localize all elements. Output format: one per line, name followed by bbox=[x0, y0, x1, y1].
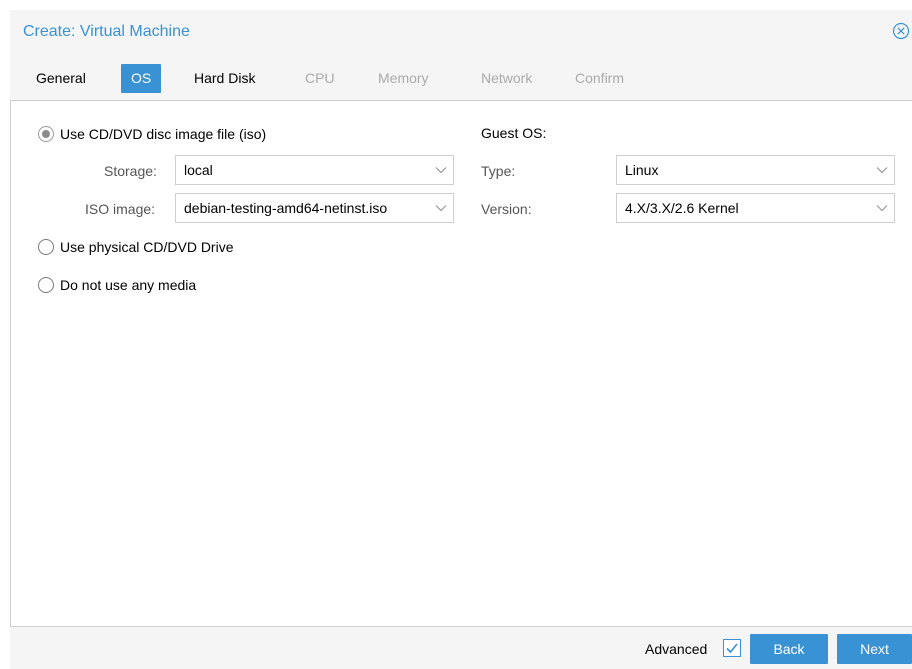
no-media-radio[interactable] bbox=[38, 277, 54, 293]
checkmark-icon bbox=[726, 643, 738, 654]
os-type-select[interactable]: Linux bbox=[616, 155, 895, 185]
chevron-down-icon[interactable] bbox=[429, 156, 453, 184]
next-button[interactable]: Next bbox=[837, 634, 912, 664]
iso-radio-label: Use CD/DVD disc image file (iso) bbox=[60, 126, 267, 142]
os-type-label: Type: bbox=[481, 163, 516, 179]
iso-image-label: ISO image: bbox=[85, 201, 156, 217]
no-media-label: Do not use any media bbox=[60, 277, 197, 293]
iso-radio[interactable] bbox=[38, 126, 54, 142]
back-button[interactable]: Back bbox=[750, 634, 828, 664]
storage-select[interactable]: local bbox=[175, 155, 454, 185]
iso-image-select[interactable]: debian-testing-amd64-netinst.iso bbox=[175, 193, 454, 223]
chevron-down-icon[interactable] bbox=[870, 156, 894, 184]
window-title: Create: Virtual Machine bbox=[23, 23, 190, 40]
tab-os[interactable]: OS bbox=[121, 64, 162, 93]
os-version-label: Version: bbox=[481, 201, 532, 217]
chevron-down-icon[interactable] bbox=[870, 194, 894, 222]
physical-drive-option[interactable]: Use physical CD/DVD Drive bbox=[38, 237, 233, 257]
physical-drive-radio[interactable] bbox=[38, 239, 54, 255]
tab-confirm[interactable]: Confirm bbox=[565, 64, 634, 93]
tab-general[interactable]: General bbox=[26, 64, 96, 93]
wizard-footer: Advanced Back Next bbox=[10, 626, 912, 669]
tab-cpu[interactable]: CPU bbox=[295, 64, 345, 93]
storage-label: Storage: bbox=[104, 163, 157, 179]
iso-radio-option[interactable]: Use CD/DVD disc image file (iso) bbox=[38, 124, 266, 144]
close-icon[interactable] bbox=[892, 22, 910, 40]
guest-os-heading: Guest OS: bbox=[481, 125, 547, 141]
tab-memory[interactable]: Memory bbox=[368, 64, 439, 93]
os-version-value: 4.X/3.X/2.6 Kernel bbox=[625, 200, 739, 216]
advanced-label: Advanced bbox=[645, 641, 708, 657]
os-type-value: Linux bbox=[625, 162, 659, 178]
no-media-option[interactable]: Do not use any media bbox=[38, 275, 196, 295]
iso-image-value: debian-testing-amd64-netinst.iso bbox=[184, 200, 388, 216]
chevron-down-icon[interactable] bbox=[429, 194, 453, 222]
storage-value: local bbox=[184, 162, 213, 178]
tab-hard-disk[interactable]: Hard Disk bbox=[184, 64, 265, 93]
advanced-checkbox[interactable] bbox=[723, 639, 741, 657]
window-header: Create: Virtual Machine General OS Hard … bbox=[10, 10, 912, 100]
os-version-select[interactable]: 4.X/3.X/2.6 Kernel bbox=[616, 193, 895, 223]
tab-network[interactable]: Network bbox=[471, 64, 542, 93]
physical-drive-label: Use physical CD/DVD Drive bbox=[60, 239, 234, 255]
